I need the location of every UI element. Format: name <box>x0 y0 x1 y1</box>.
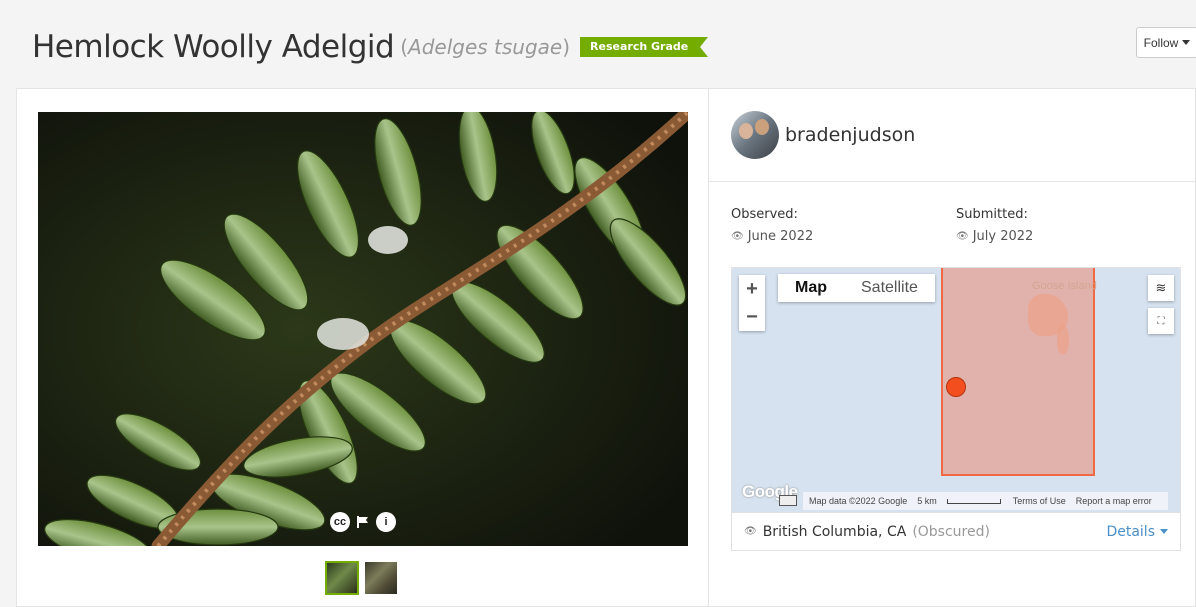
zoom-out-button[interactable]: − <box>739 303 765 331</box>
eye-icon: 👁 <box>744 526 757 537</box>
zoom-controls: + − <box>739 275 765 331</box>
submitted-value-row: 👁 July 2022 <box>956 229 1181 244</box>
eye-icon: 👁 <box>731 231 744 242</box>
observer-row: bradenjudson <box>709 89 1196 182</box>
observation-photo[interactable]: cc i <box>38 112 688 546</box>
location-place: British Columbia, CA <box>762 523 907 540</box>
observer-username[interactable]: bradenjudson <box>785 124 915 146</box>
obscured-area-rectangle <box>941 268 1095 476</box>
avatar[interactable] <box>731 111 779 159</box>
thumbnail-2[interactable] <box>365 562 397 594</box>
map-type-satellite-button[interactable]: Satellite <box>844 274 935 302</box>
common-name: Hemlock Woolly Adelgid <box>32 29 395 65</box>
info-column: bradenjudson Observed: 👁 June 2022 Submi… <box>709 89 1196 607</box>
title-row: Hemlock Woolly Adelgid (Adelges tsugae) … <box>32 22 709 72</box>
map-place-label: Goose Island <box>1032 280 1097 292</box>
follow-label: Follow <box>1143 35 1179 50</box>
map-type-toggle: Map Satellite <box>778 274 935 302</box>
observed-date: Observed: 👁 June 2022 <box>731 207 956 244</box>
details-label: Details <box>1106 523 1155 540</box>
observed-value: June 2022 <box>747 229 814 244</box>
photo-column: cc i <box>17 89 709 607</box>
follow-button[interactable]: Follow <box>1136 27 1196 58</box>
eye-icon: 👁 <box>956 231 969 242</box>
flag-icon[interactable] <box>354 512 372 532</box>
scientific-name-text: Adelges tsugae <box>408 35 563 59</box>
location-row: 👁 British Columbia, CA (Obscured) Detail… <box>731 513 1181 551</box>
chevron-down-icon <box>1160 529 1168 534</box>
scale-bar <box>946 498 1001 504</box>
observation-dates: Observed: 👁 June 2022 Submitted: 👁 July … <box>731 207 1181 244</box>
layers-icon[interactable]: ≋ <box>1148 275 1174 301</box>
creative-commons-icon[interactable]: cc <box>330 512 350 532</box>
photo-controls: cc i <box>330 512 396 532</box>
fullscreen-icon[interactable]: ⛶ <box>1148 308 1174 334</box>
chevron-down-icon <box>1182 40 1191 45</box>
submitted-value: July 2022 <box>972 229 1034 244</box>
scientific-name[interactable]: (Adelges tsugae) <box>400 35 570 59</box>
submitted-date: Submitted: 👁 July 2022 <box>956 207 1181 244</box>
map-attribution: Map data ©2022 Google 5 km Terms of Use … <box>803 492 1168 510</box>
thumbnail-1[interactable] <box>325 561 359 595</box>
observation-panel: cc i bradenjudson Observed: 👁 June 2022 … <box>16 88 1196 607</box>
quality-grade-badge: Research Grade <box>580 37 709 57</box>
zoom-in-button[interactable]: + <box>739 275 765 303</box>
report-error-link[interactable]: Report a map error <box>1076 496 1152 506</box>
observation-page: Hemlock Woolly Adelgid (Adelges tsugae) … <box>0 0 1196 607</box>
terms-link[interactable]: Terms of Use <box>1013 496 1066 506</box>
location-map[interactable]: Goose Island + − Map Satellite ≋ ⛶ Googl… <box>731 267 1181 513</box>
location-pin-icon[interactable] <box>946 377 966 397</box>
map-data-text: Map data ©2022 Google <box>809 496 908 506</box>
hemlock-branch-image <box>38 112 688 546</box>
keyboard-icon[interactable] <box>779 495 797 506</box>
location-status: (Obscured) <box>912 523 990 540</box>
map-scale-label: 5 km <box>917 496 937 506</box>
submitted-label: Submitted: <box>956 207 1028 222</box>
info-icon[interactable]: i <box>376 512 396 532</box>
photo-thumbnails <box>325 561 397 595</box>
flag-glyph <box>357 516 368 528</box>
observed-value-row: 👁 June 2022 <box>731 229 956 244</box>
map-type-map-button[interactable]: Map <box>778 274 844 302</box>
observed-label: Observed: <box>731 207 798 222</box>
details-dropdown[interactable]: Details <box>1106 524 1168 540</box>
